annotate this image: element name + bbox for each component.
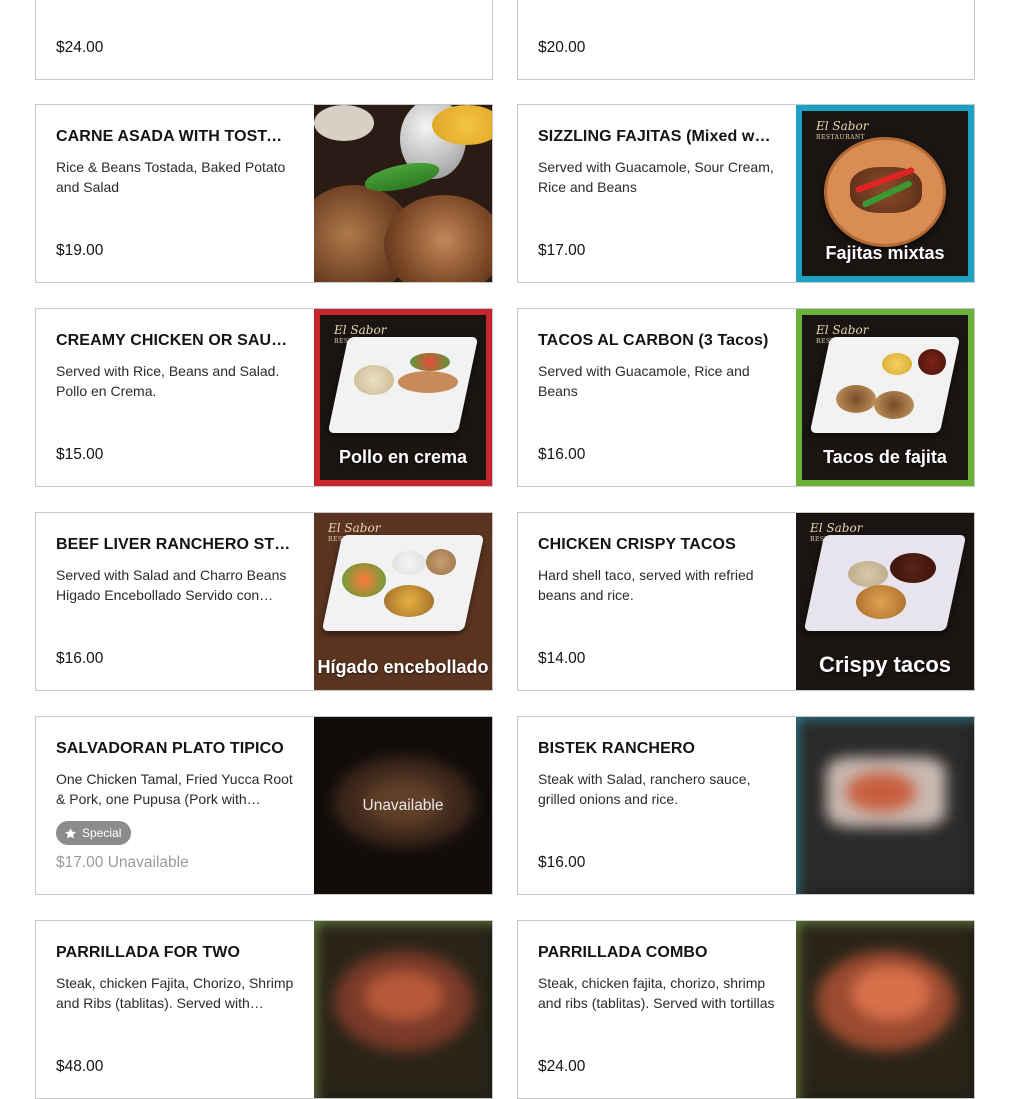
item-photo [796, 921, 974, 1098]
menu-item-card[interactable]: CARNE ASADA WITH TOSTADA Rice & Beans To… [35, 104, 493, 283]
item-name: CARNE ASADA WITH TOSTADA [56, 128, 292, 145]
item-photo: El SaborRESTAURANT Crispy tacos [796, 513, 974, 690]
item-description: Served with Rice, Beans and Salad. Pollo… [56, 363, 280, 399]
item-price: $15.00 [56, 446, 104, 463]
menu-item-card[interactable]: BEEF LIVER RANCHERO STYLE Served with Sa… [35, 512, 493, 691]
special-badge: Special [56, 821, 132, 845]
item-price: $17.00 Unavailable [56, 854, 189, 871]
menu-item-card[interactable]: SALVADORAN PLATO TIPICO One Chicken Tama… [35, 716, 493, 895]
item-photo: El Sabor RESTAURANT Fajitas mixtas [796, 105, 974, 282]
menu-item-card[interactable]: SIZZLING FAJITAS (Mixed with Beef & Chic… [517, 104, 975, 283]
item-price: $16.00 [538, 446, 586, 463]
item-description: Hard shell taco, served with refried bea… [538, 567, 754, 603]
item-description: Served with Guacamole, Sour Cream, Rice … [538, 159, 774, 195]
item-price: $19.00 [56, 242, 104, 259]
item-description: Steak with Salad, ranchero sauce, grille… [538, 771, 751, 807]
item-name: PARRILLADA FOR TWO [56, 944, 240, 961]
item-price: $17.00 [538, 242, 586, 259]
item-description: Served with Guacamole, Rice and Beans [538, 363, 750, 399]
item-name: CHICKEN CRISPY TACOS [538, 536, 736, 553]
item-price: $16.00 [538, 854, 586, 871]
menu-item-card[interactable]: BISTEK RANCHERO Steak with Salad, ranche… [517, 716, 975, 895]
menu-item-card[interactable]: TACOS AL CARBON (3 Tacos) Served with Gu… [517, 308, 975, 487]
item-name: BISTEK RANCHERO [538, 740, 696, 757]
menu-grid: $24.00 $20.00 CARNE ASADA WITH TOSTADA R… [0, 0, 1010, 1099]
item-price: $48.00 [56, 1058, 104, 1075]
item-price: $14.00 [538, 650, 586, 667]
item-price: $24.00 [56, 39, 104, 56]
photo-caption: Hígado encebollado [317, 657, 489, 677]
star-icon [65, 827, 76, 838]
item-name: CREAMY CHICKEN OR SAUSAGE [56, 332, 292, 349]
menu-item-card[interactable]: $20.00 [517, 0, 975, 80]
item-photo: El SaborRESTAURANT Hígado encebollado [314, 513, 492, 690]
menu-item-card[interactable]: CREAMY CHICKEN OR SAUSAGE Served with Ri… [35, 308, 493, 487]
item-description: One Chicken Tamal, Fried Yucca Root & Po… [56, 771, 293, 807]
photo-caption: Pollo en crema [338, 447, 468, 467]
item-photo [314, 105, 492, 282]
item-description: Steak, chicken fajita, chorizo, shrimp a… [538, 975, 775, 1011]
item-photo: El SaborRESTAURANT Tacos de fajita [796, 309, 974, 486]
photo-caption: Crispy tacos [818, 652, 952, 677]
menu-item-card[interactable]: $24.00 [35, 0, 493, 80]
photo-caption: Fajitas mixtas [825, 243, 945, 263]
item-description: Rice & Beans Tostada, Baked Potato and S… [56, 159, 286, 195]
menu-item-card[interactable]: PARRILLADA COMBO Steak, chicken fajita, … [517, 920, 975, 1099]
item-name: SALVADORAN PLATO TIPICO [56, 740, 284, 757]
item-name: BEEF LIVER RANCHERO STYLE [56, 536, 292, 553]
photo-caption: Tacos de fajita [823, 447, 947, 467]
item-photo [314, 921, 492, 1098]
item-photo: Unavailable [314, 717, 492, 894]
menu-item-card[interactable]: PARRILLADA FOR TWO Steak, chicken Fajita… [35, 920, 493, 1099]
item-description: Served with Salad and Charro Beans Higad… [56, 567, 287, 603]
item-description: Steak, chicken Fajita, Chorizo, Shrimp a… [56, 975, 294, 1011]
restaurant-logo: El SaborRESTAURANT [816, 119, 869, 141]
item-price: $16.00 [56, 650, 104, 667]
item-photo: El SaborRESTAURANT Pollo en crema [314, 309, 492, 486]
item-name: SIZZLING FAJITAS (Mixed with Beef & Chic… [538, 128, 774, 145]
unavailable-overlay: Unavailable [362, 797, 444, 814]
item-name: TACOS AL CARBON (3 Tacos) [538, 332, 769, 349]
item-price: $20.00 [538, 39, 586, 56]
badge-label: Special [82, 826, 122, 840]
menu-item-card[interactable]: CHICKEN CRISPY TACOS Hard shell taco, se… [517, 512, 975, 691]
item-photo [796, 717, 974, 894]
item-name: PARRILLADA COMBO [538, 944, 708, 961]
item-price: $24.00 [538, 1058, 586, 1075]
